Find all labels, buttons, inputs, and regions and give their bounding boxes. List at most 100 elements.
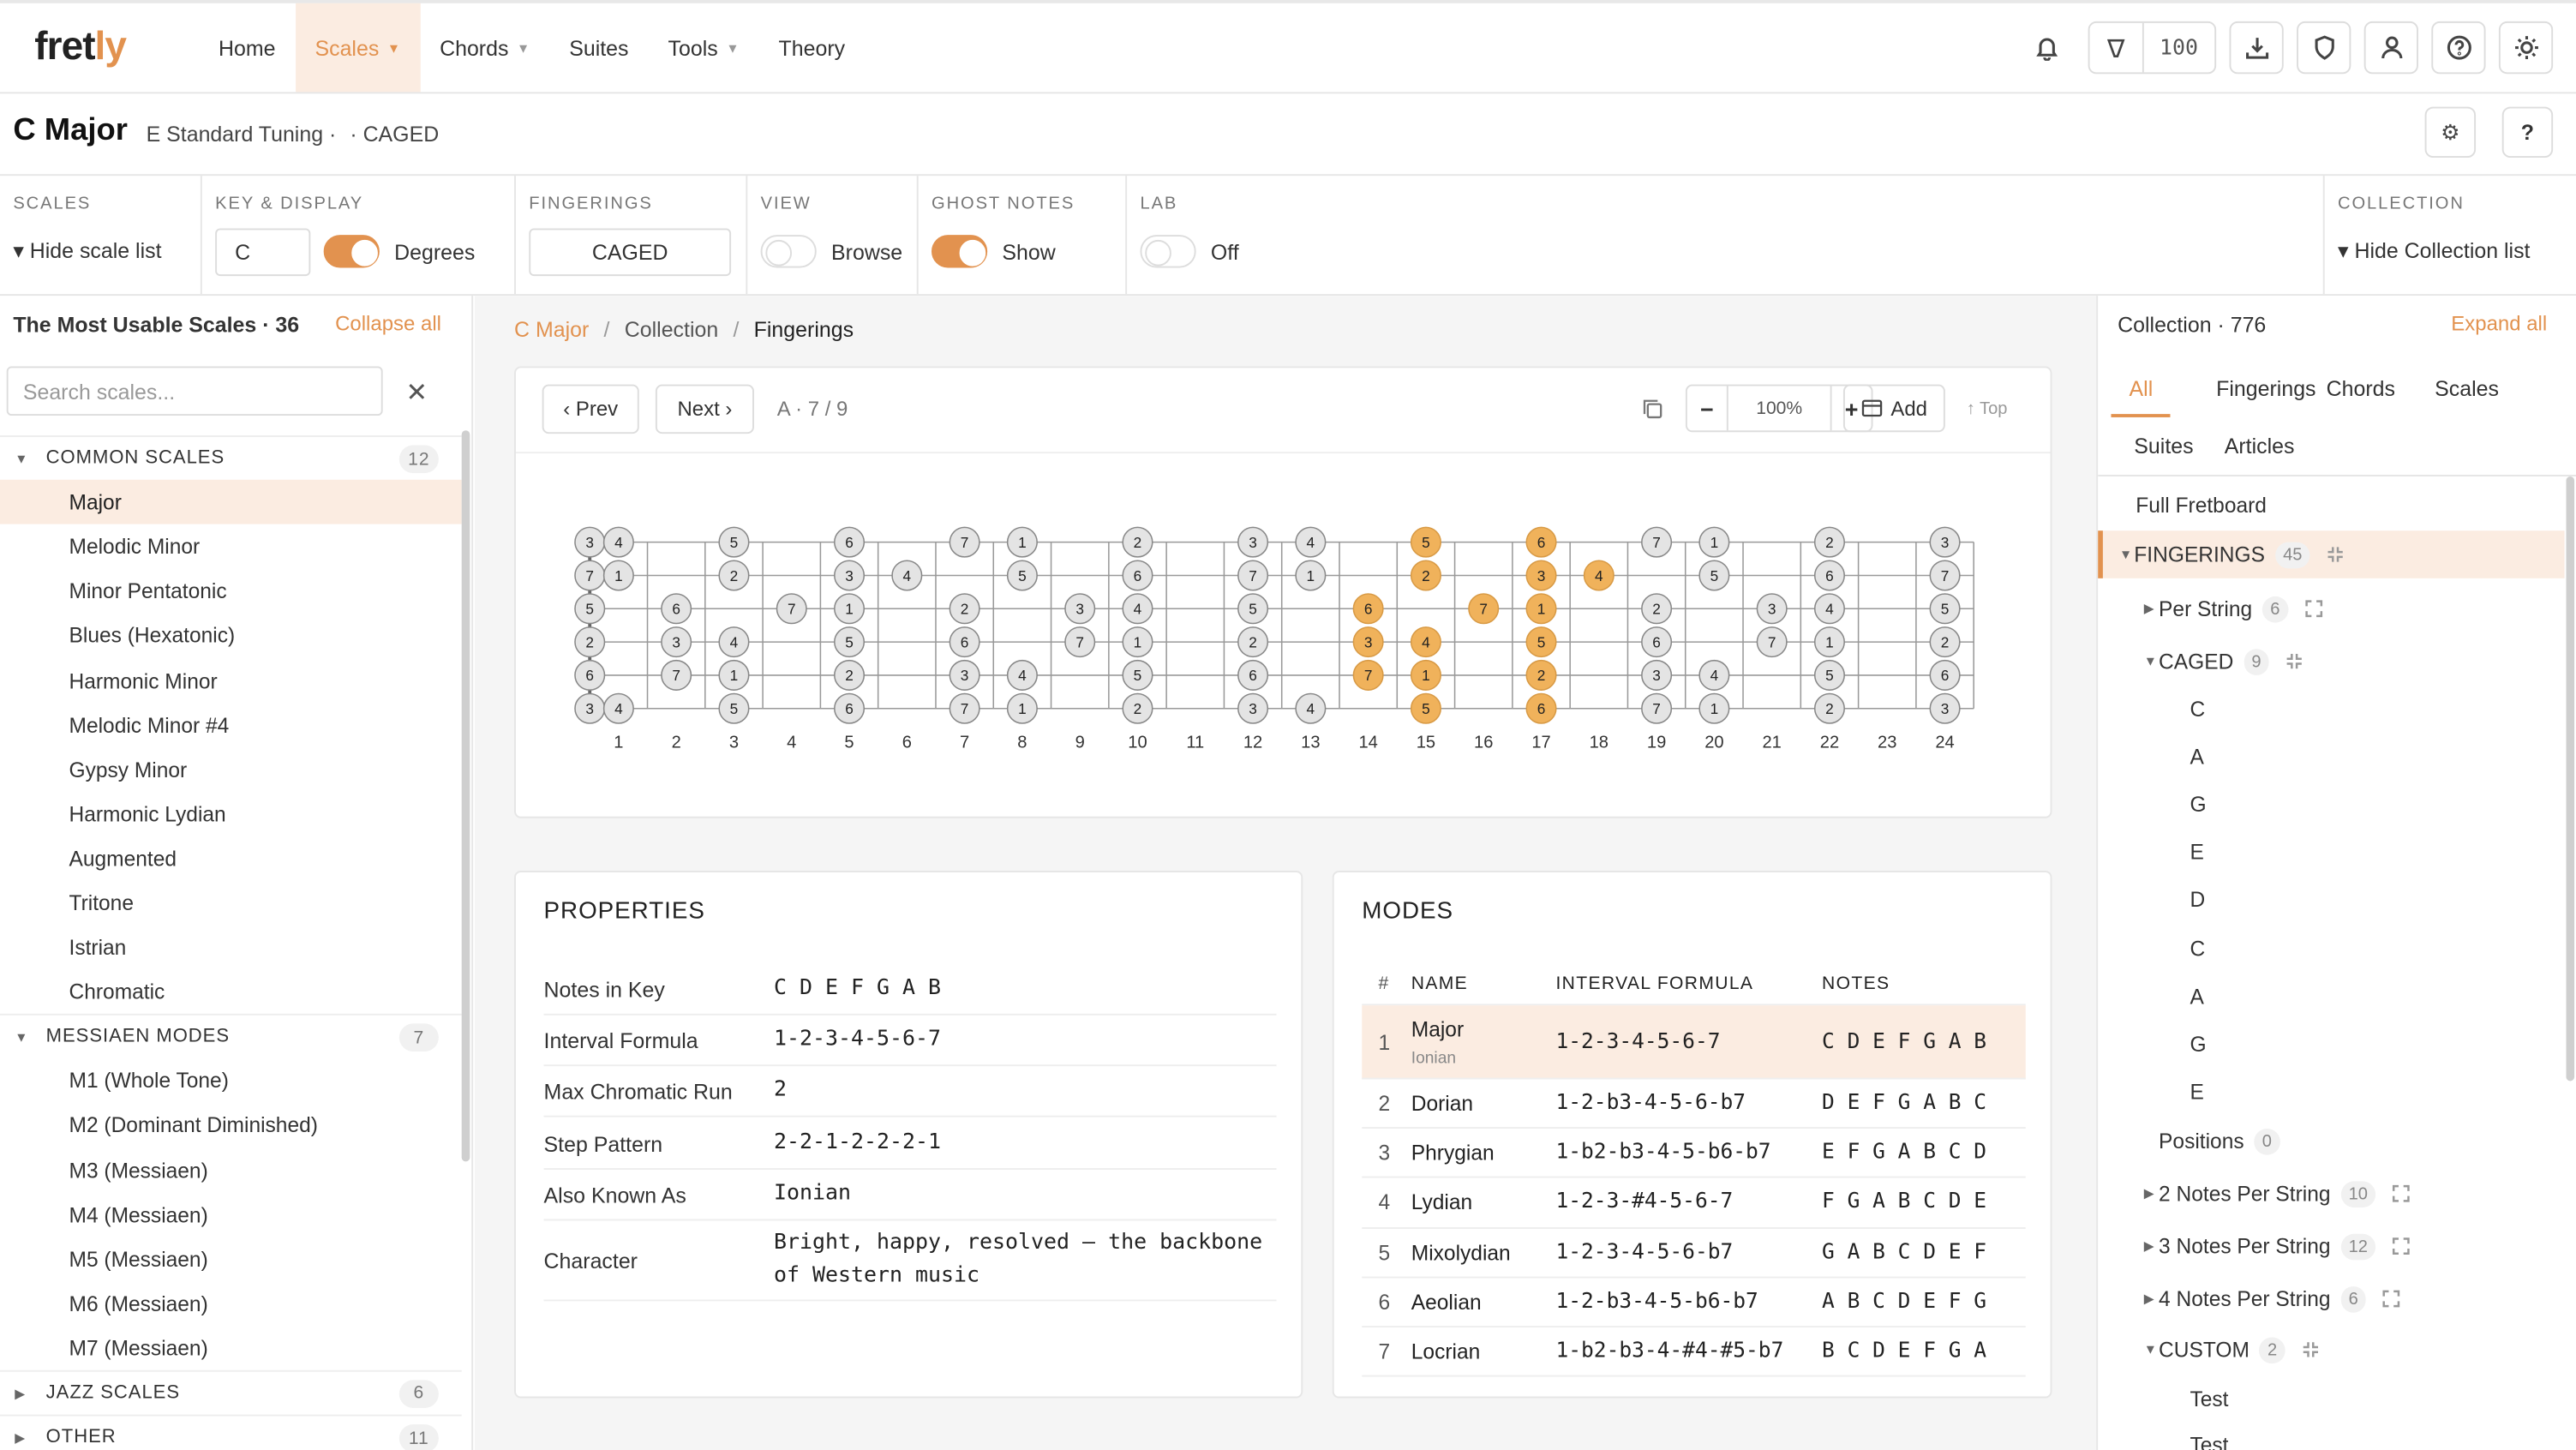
collection-tree-item[interactable]: ▼ CAGED 9 xyxy=(2098,638,2564,686)
nav-scales[interactable]: Scales ▼ xyxy=(295,3,421,93)
nav-chords[interactable]: Chords ▼ xyxy=(420,3,549,93)
ghost-note-marker[interactable]: 7 xyxy=(949,692,980,724)
mode-row[interactable]: 4 Lydian 1-2-3-#4-5-6-7 F G A B C D E xyxy=(1362,1178,2026,1229)
shield-button[interactable] xyxy=(2297,21,2351,75)
mode-row[interactable]: 7 Locrian 1-b2-b3-4-#4-#5-b7 B C D E F G A xyxy=(1362,1327,2026,1377)
ghost-note-marker[interactable]: 3 xyxy=(1237,692,1269,724)
ghost-note-marker[interactable]: 3 xyxy=(1756,593,1788,625)
collection-tree-item[interactable]: D xyxy=(2098,876,2564,924)
ghost-note-marker[interactable]: 6 xyxy=(834,526,866,558)
ghost-note-marker[interactable]: 5 xyxy=(1698,560,1730,591)
next-button[interactable]: Next › xyxy=(655,384,754,434)
ghost-note-marker[interactable]: 6 xyxy=(1641,626,1673,658)
hide-scale-list-button[interactable]: ▾ Hide scale list xyxy=(13,230,161,273)
note-marker[interactable]: 5 xyxy=(1525,626,1557,658)
nav-theory[interactable]: Theory xyxy=(759,3,866,93)
scroll-top-button[interactable]: ↑ Top xyxy=(1967,399,2008,419)
ghost-note-marker[interactable]: 5 xyxy=(1929,593,1961,625)
collection-tree-item[interactable]: E xyxy=(2098,1068,2564,1116)
ghost-note-marker[interactable]: 3 xyxy=(574,692,606,724)
credits-button[interactable]: 100 xyxy=(2087,21,2217,75)
scale-item[interactable]: M3 (Messiaen) xyxy=(0,1147,462,1192)
ghost-note-marker[interactable]: 3 xyxy=(949,659,980,691)
collection-tree-item[interactable]: C xyxy=(2098,685,2564,733)
ghost-note-marker[interactable]: 4 xyxy=(1295,526,1327,558)
expand-icon[interactable] xyxy=(2393,1237,2411,1255)
scale-item[interactable]: Harmonic Lydian xyxy=(0,792,462,836)
note-marker[interactable]: 7 xyxy=(1352,659,1384,691)
ghost-note-marker[interactable]: 6 xyxy=(1237,659,1269,691)
nav-suites[interactable]: Suites xyxy=(549,3,648,93)
ghost-note-marker[interactable]: 4 xyxy=(718,626,750,658)
note-marker[interactable]: 6 xyxy=(1525,526,1557,558)
mode-row[interactable]: 2 Dorian 1-2-b3-4-5-6-b7 D E F G A B C xyxy=(1362,1080,2026,1129)
ghost-note-marker[interactable]: 7 xyxy=(1929,560,1961,591)
scale-item[interactable]: Major xyxy=(0,479,462,524)
key-input[interactable]: C xyxy=(215,227,311,276)
ghost-note-marker[interactable]: 3 xyxy=(1929,526,1961,558)
scale-item[interactable]: Melodic Minor #4 xyxy=(0,703,462,747)
note-marker[interactable]: 7 xyxy=(1468,593,1500,625)
scale-item[interactable]: Chromatic xyxy=(0,969,462,1014)
ghost-note-marker[interactable]: 3 xyxy=(1064,593,1096,625)
hide-collection-list-button[interactable]: ▾ Hide Collection list xyxy=(2338,230,2530,273)
ghost-note-marker[interactable]: 4 xyxy=(1122,593,1153,625)
note-marker[interactable]: 5 xyxy=(1410,692,1441,724)
ghost-note-marker[interactable]: 1 xyxy=(1295,560,1327,591)
notifications-button[interactable] xyxy=(2020,21,2074,74)
fingerings-select[interactable]: CAGED xyxy=(529,227,732,276)
collection-tree-item[interactable]: A xyxy=(2098,973,2564,1021)
scale-item[interactable]: M7 (Messiaen) xyxy=(0,1326,462,1370)
ghost-note-marker[interactable]: 5 xyxy=(1813,659,1845,691)
settings-button[interactable]: ⚙ xyxy=(2424,106,2477,159)
scale-section[interactable]: ▼ MESSIAEN MODES 7 xyxy=(0,1014,462,1058)
ghost-note-marker[interactable]: 6 xyxy=(834,692,866,724)
collection-tree-item[interactable]: Positions 0 xyxy=(2098,1117,2564,1165)
collection-tree-item[interactable]: ▶ 2 Notes Per String 10 xyxy=(2098,1170,2564,1218)
scale-search-input[interactable]: Search scales... xyxy=(6,366,383,416)
collapse-all-button[interactable]: Collapse all xyxy=(335,312,441,335)
ghost-note-marker[interactable]: 6 xyxy=(1122,560,1153,591)
scale-list-scrollbar[interactable] xyxy=(461,430,470,1162)
collection-tree-item[interactable]: ▶ 3 Notes Per String 12 xyxy=(2098,1222,2564,1270)
ghost-note-marker[interactable]: 1 xyxy=(1698,692,1730,724)
fretboard[interactable]: 1 2 3 4 5 6 7 8 9 10 11 12 13 14 15 16 17 18 19 20 21 22 23 243… xyxy=(516,453,2051,815)
copy-icon[interactable] xyxy=(1641,398,1664,421)
ghost-note-marker[interactable]: 5 xyxy=(1122,659,1153,691)
ghost-note-marker[interactable]: 6 xyxy=(1813,560,1845,591)
ghost-note-marker[interactable]: 2 xyxy=(834,659,866,691)
ghost-note-marker[interactable]: 2 xyxy=(1813,692,1845,724)
ghost-note-marker[interactable]: 6 xyxy=(949,626,980,658)
ghost-note-marker[interactable]: 1 xyxy=(1122,626,1153,658)
ghost-note-marker[interactable]: 2 xyxy=(1122,692,1153,724)
note-marker[interactable]: 1 xyxy=(1525,593,1557,625)
ghost-note-marker[interactable]: 1 xyxy=(718,659,750,691)
lab-toggle[interactable] xyxy=(1140,235,1196,268)
collection-tree-item[interactable]: G xyxy=(2098,781,2564,829)
scale-section[interactable]: ▶ JAZZ SCALES 6 xyxy=(0,1369,462,1415)
ghost-note-marker[interactable]: 4 xyxy=(602,526,634,558)
ghost-note-marker[interactable]: 4 xyxy=(602,692,634,724)
ghost-note-marker[interactable]: 6 xyxy=(661,593,692,625)
ghost-note-marker[interactable]: 3 xyxy=(1641,659,1673,691)
note-marker[interactable]: 6 xyxy=(1352,593,1384,625)
ghost-note-marker[interactable]: 5 xyxy=(1237,593,1269,625)
ghost-note-marker[interactable]: 7 xyxy=(1756,626,1788,658)
expand-icon[interactable] xyxy=(2383,1290,2401,1308)
scale-item[interactable]: Melodic Minor xyxy=(0,524,462,569)
tab-chords[interactable]: Chords xyxy=(2327,376,2395,401)
view-toggle[interactable] xyxy=(760,235,817,268)
ghost-note-marker[interactable]: 5 xyxy=(718,526,750,558)
ghost-note-marker[interactable]: 5 xyxy=(574,593,606,625)
ghost-note-marker[interactable]: 7 xyxy=(574,560,606,591)
collapse-icon[interactable] xyxy=(2327,545,2345,563)
scale-item[interactable]: Blues (Hexatonic) xyxy=(0,614,462,658)
scale-item[interactable]: Istrian xyxy=(0,925,462,969)
clear-search-icon[interactable]: ✕ xyxy=(406,376,428,409)
ghost-note-marker[interactable]: 7 xyxy=(949,526,980,558)
scale-item[interactable]: M5 (Messiaen) xyxy=(0,1237,462,1281)
note-marker[interactable]: 3 xyxy=(1525,560,1557,591)
collection-tree-item[interactable]: Test xyxy=(2098,1375,2564,1423)
collection-tree-item[interactable]: Full Fretboard xyxy=(2098,482,2564,530)
ghost-note-marker[interactable]: 2 xyxy=(949,593,980,625)
